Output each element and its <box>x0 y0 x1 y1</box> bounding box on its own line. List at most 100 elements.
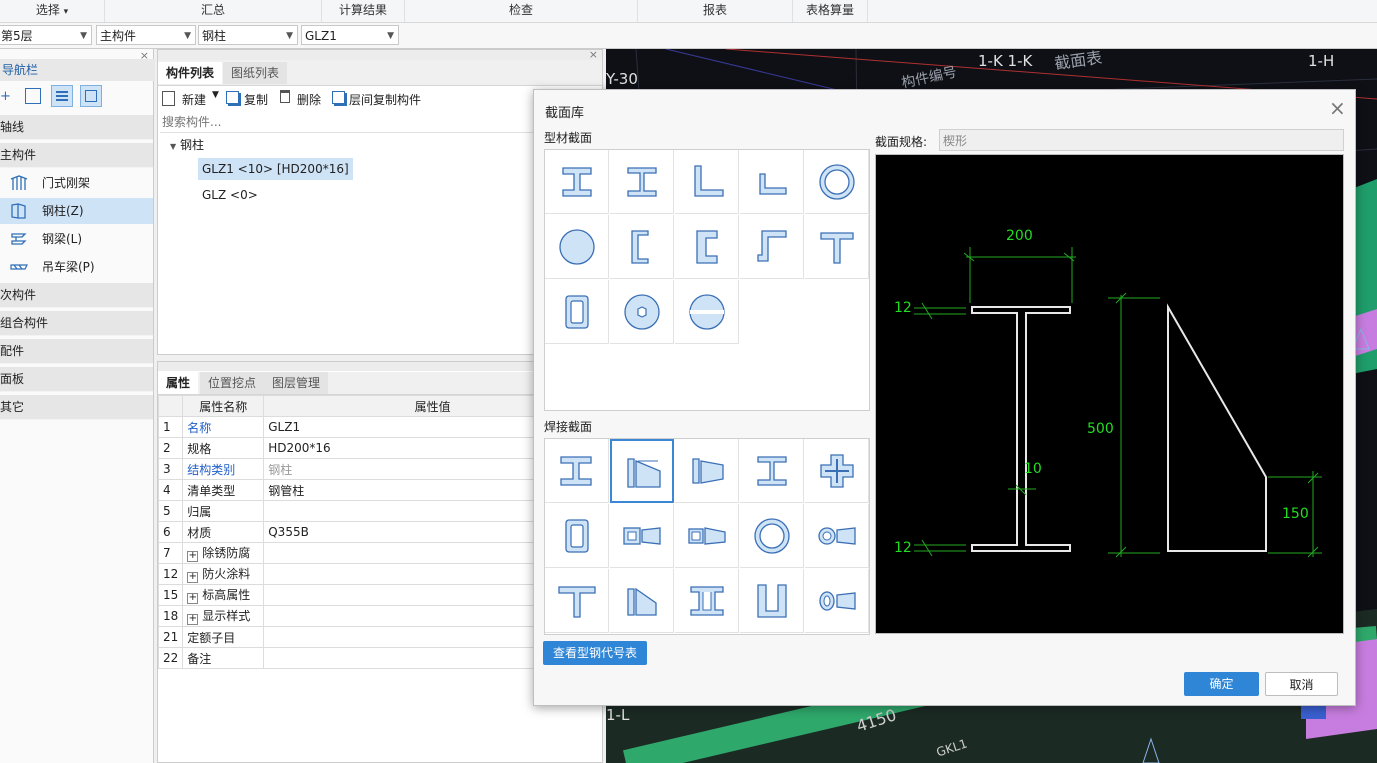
nav-category-main[interactable]: 主构件 <box>0 143 153 168</box>
section-cell[interactable] <box>610 150 674 214</box>
section-cell[interactable] <box>675 504 739 568</box>
property-name[interactable]: 归属 <box>182 500 265 522</box>
property-name[interactable]: 名称 <box>182 416 265 438</box>
view-steel-code-button[interactable]: 查看型钢代号表 <box>543 641 647 665</box>
nav-category-fittings[interactable]: 配件 <box>0 339 153 364</box>
property-name[interactable]: 材质 <box>182 521 265 543</box>
tree-item-glz[interactable]: GLZ <0> <box>198 184 262 206</box>
section-cell[interactable] <box>675 215 739 279</box>
sphere-section-icon <box>689 294 725 330</box>
section-cell[interactable] <box>545 280 609 344</box>
expand-icon[interactable]: + <box>187 593 199 604</box>
ok-button[interactable]: 确定 <box>1184 672 1259 696</box>
add-icon[interactable]: + <box>0 89 11 104</box>
grid-view-icon[interactable] <box>25 88 41 104</box>
section-cell[interactable] <box>740 569 804 633</box>
copy-button[interactable]: 复制 <box>244 91 268 108</box>
section-cell[interactable] <box>610 280 674 344</box>
z-section-icon <box>757 230 787 262</box>
section-cell[interactable] <box>610 504 674 568</box>
cancel-button[interactable]: 取消 <box>1265 672 1338 696</box>
section-cell[interactable] <box>675 569 739 633</box>
tab-position-points[interactable]: 位置挖点 <box>200 372 265 394</box>
dim-web: 10 <box>1024 461 1042 477</box>
nav-title: 导航栏 <box>0 59 155 81</box>
section-cell[interactable] <box>545 150 609 214</box>
menu-check[interactable]: 检查 <box>405 0 638 22</box>
menu-calc-result[interactable]: 计算结果 <box>322 0 405 22</box>
nav-item-crane-beam[interactable]: 吊车梁(P) <box>0 254 153 280</box>
row-number: 12 <box>157 563 184 585</box>
type-select[interactable]: 钢柱 ▼ <box>198 25 298 45</box>
detail-view-icon[interactable] <box>80 85 102 107</box>
menu-select[interactable]: 选择 ▾ <box>0 0 105 22</box>
property-name[interactable]: 规格 <box>182 437 265 459</box>
row-number: 3 <box>157 458 184 480</box>
spec-input[interactable]: 楔形 <box>939 129 1344 151</box>
section-cell[interactable] <box>610 215 674 279</box>
section-cell[interactable] <box>805 504 869 568</box>
property-name[interactable]: 定额子目 <box>182 626 265 648</box>
expand-icon[interactable]: + <box>187 614 199 625</box>
menu-summary[interactable]: 汇总 <box>105 0 322 22</box>
section-cell[interactable] <box>805 215 869 279</box>
property-name[interactable]: + 显示样式 <box>182 605 265 627</box>
nav-item-steel-beam[interactable]: 钢梁(L) <box>0 226 153 252</box>
nav-item-portal-frame[interactable]: 门式刚架 <box>0 170 153 196</box>
nav-category-secondary[interactable]: 次构件 <box>0 283 153 308</box>
section-cell[interactable] <box>675 280 739 344</box>
section-cell[interactable] <box>675 150 739 214</box>
section-cell[interactable] <box>675 439 739 503</box>
section-cell[interactable] <box>805 439 869 503</box>
expand-icon[interactable]: + <box>187 572 199 583</box>
section-cell[interactable] <box>545 504 609 568</box>
component-select[interactable]: GLZ1 ▼ <box>301 25 399 45</box>
close-icon[interactable]: × <box>1329 98 1346 118</box>
nav-category-axis[interactable]: 轴线 <box>0 115 153 140</box>
expand-icon[interactable]: + <box>187 551 199 562</box>
section-cell[interactable] <box>805 150 869 214</box>
category-select[interactable]: 主构件 ▼ <box>96 25 196 45</box>
section-cell[interactable] <box>545 439 609 503</box>
property-name[interactable]: + 标高属性 <box>182 584 265 606</box>
tree-item-glz1[interactable]: GLZ1 <10> [HD200*16] <box>198 158 353 180</box>
section-cell[interactable] <box>545 215 609 279</box>
section-cell[interactable] <box>545 569 609 633</box>
menu-bar: 选择 ▾ 汇总 计算结果 检查 报表 表格算量 <box>0 0 1377 23</box>
section-cell[interactable] <box>740 504 804 568</box>
section-cell[interactable] <box>610 569 674 633</box>
nav-category-composite[interactable]: 组合构件 <box>0 311 153 336</box>
section-cell[interactable] <box>610 439 674 503</box>
tab-properties[interactable]: 属性 <box>158 372 199 394</box>
property-name[interactable]: + 防火涂料 <box>182 563 265 585</box>
tab-drawing-list[interactable]: 图纸列表 <box>223 62 288 84</box>
portal-frame-icon <box>10 175 28 190</box>
tree-root-steel-column[interactable]: ▼ 钢柱 <box>170 136 204 153</box>
section-cell[interactable] <box>805 569 869 633</box>
floor-select[interactable]: 第5层 ▼ <box>0 25 92 45</box>
section-cell[interactable] <box>740 215 804 279</box>
tab-layer-management[interactable]: 图层管理 <box>264 372 329 394</box>
delete-button[interactable]: 删除 <box>297 91 321 108</box>
property-name[interactable]: 结构类别 <box>182 458 265 480</box>
chevron-down-icon[interactable]: ▼ <box>212 90 219 100</box>
nav-category-other[interactable]: 其它 <box>0 395 153 420</box>
welded-tee-section-icon <box>558 586 596 618</box>
chevron-down-icon: ▼ <box>286 31 293 41</box>
section-cell[interactable] <box>740 439 804 503</box>
welded-i-section-icon <box>560 456 592 486</box>
list-view-icon[interactable] <box>51 85 73 107</box>
menu-table-quantity[interactable]: 表格算量 <box>793 0 868 22</box>
nav-category-panel[interactable]: 面板 <box>0 367 153 392</box>
spec-label: 截面规格: <box>875 135 928 149</box>
floor-copy-button[interactable]: 层间复制构件 <box>349 91 421 108</box>
nav-item-steel-column[interactable]: 钢柱(Z) <box>0 198 153 224</box>
tab-component-list[interactable]: 构件列表 <box>158 62 223 84</box>
property-name[interactable]: + 除锈防腐 <box>182 542 265 564</box>
property-name[interactable]: 备注 <box>182 647 265 669</box>
section-cell[interactable] <box>740 150 804 214</box>
new-button[interactable]: 新建 <box>182 91 206 108</box>
chevron-down-icon: ▼ <box>387 31 394 41</box>
property-name[interactable]: 清单类型 <box>182 479 265 501</box>
menu-report[interactable]: 报表 <box>638 0 793 22</box>
